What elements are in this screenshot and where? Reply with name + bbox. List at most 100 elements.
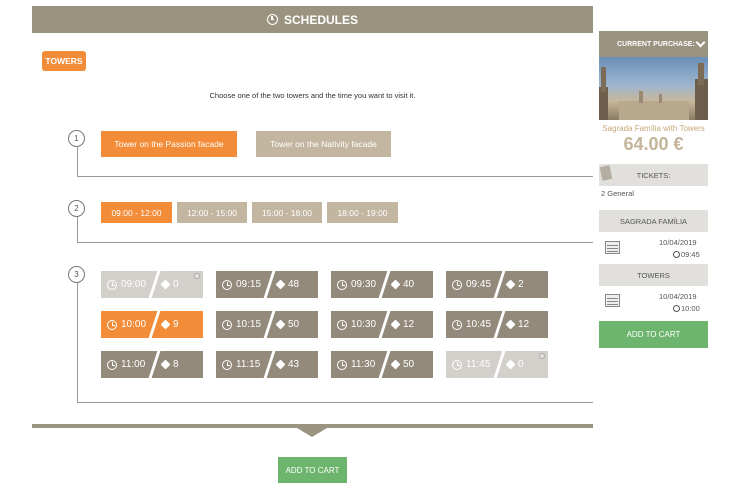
range-1500-1800-button[interactable]: 15:00 - 18:00 (252, 202, 322, 223)
clock-icon (107, 359, 117, 370)
slot-time: 09:00 (121, 279, 147, 290)
slot-count: 8 (173, 359, 179, 370)
section-sagrada-title: SAGRADA FAMÍLIA (619, 216, 688, 226)
slot-1115[interactable]: 11:15 43 (216, 351, 318, 378)
section-towers-title: TOWERS (637, 270, 670, 280)
clock-icon (266, 14, 278, 25)
calendar-icon (605, 294, 620, 307)
slot-time: 10:30 (351, 319, 377, 330)
slot-count: 0 (518, 359, 524, 370)
step2-line (77, 217, 78, 242)
calendar-icon (605, 241, 620, 254)
step3-line (77, 282, 78, 402)
clock-icon (337, 359, 347, 370)
step-2-marker: 2 (68, 200, 85, 217)
slot-1030[interactable]: 10:30 12 (331, 311, 433, 338)
slot-1015[interactable]: 10:15 50 (216, 311, 318, 338)
section-towers-time: 10:00 (681, 304, 700, 313)
slot-time: 11:45 (466, 359, 491, 370)
step1-line (77, 147, 78, 176)
clock-icon (452, 319, 462, 330)
tower-nativity-button[interactable]: Tower on the Nativity facade (256, 131, 391, 157)
ticket-tag-icon (275, 279, 286, 290)
clock-icon (222, 279, 232, 290)
ticket-tag-icon (275, 359, 286, 370)
slot-time: 09:30 (351, 279, 377, 290)
slot-count: 50 (403, 359, 415, 370)
tower-passion-button[interactable]: Tower on the Passion facade (101, 131, 237, 157)
divider-arrow-icon (297, 428, 327, 437)
tickets-label: TICKETS: (636, 170, 671, 180)
slot-count: 12 (518, 319, 530, 330)
ticket-tag-icon (390, 359, 401, 370)
section-towers-date: 10/04/2019 (659, 292, 697, 301)
ticket-tag-icon (390, 279, 401, 290)
step-1-marker: 1 (68, 130, 85, 147)
slot-count: 0 (173, 279, 179, 290)
clock-icon (107, 319, 117, 330)
slot-1045[interactable]: 10:45 12 (446, 311, 548, 338)
section-towers-time-wrap: 10:00 (673, 304, 700, 313)
slot-time: 10:00 (121, 319, 147, 330)
ticket-tag-icon (160, 359, 171, 370)
step1-divider (77, 176, 593, 177)
slot-0945[interactable]: 09:45 2 (446, 271, 548, 298)
slot-time: 10:45 (466, 319, 492, 330)
section-sagrada-time-wrap: 09:45 (673, 250, 700, 259)
slot-count: 43 (288, 359, 300, 370)
schedule-page: SCHEDULES TOWERS Choose one of the two t… (0, 0, 750, 500)
slot-time: 11:00 (121, 359, 146, 370)
schedules-title: SCHEDULES (283, 12, 358, 27)
current-purchase-header[interactable]: CURRENT PURCHASE: (599, 31, 708, 57)
slot-count: 9 (173, 319, 179, 330)
slot-1130[interactable]: 11:30 50 (331, 351, 433, 378)
section-towers-bar: TOWERS (599, 264, 708, 286)
towers-tab[interactable]: TOWERS (42, 51, 86, 71)
slot-count: 50 (288, 319, 300, 330)
city-skyline-icon (599, 63, 708, 120)
add-to-cart-button[interactable]: ADD TO CART (278, 457, 347, 483)
section-sagrada-bar: SAGRADA FAMÍLIA (599, 210, 708, 232)
step2-divider (77, 242, 593, 243)
product-name: Sagrada Família with Towers (602, 124, 705, 133)
slot-time: 11:30 (351, 359, 376, 370)
clock-icon (222, 359, 232, 370)
clock-icon (452, 279, 462, 290)
slot-time: 09:45 (466, 279, 492, 290)
ticket-tag-icon (505, 319, 516, 330)
clock-icon (222, 319, 232, 330)
slot-0930[interactable]: 09:30 40 (331, 271, 433, 298)
tickets-bar: TICKETS: (599, 164, 708, 186)
chevron-down-icon (695, 37, 706, 48)
info-icon (194, 273, 200, 279)
current-purchase-label: CURRENT PURCHASE: (617, 40, 695, 48)
clock-icon (337, 319, 347, 330)
schedules-header: SCHEDULES (32, 6, 593, 33)
range-0900-1200-button[interactable]: 09:00 - 12:00 (101, 202, 172, 223)
product-image (599, 57, 708, 120)
tickets-value: 2 General (601, 189, 634, 198)
slot-1100[interactable]: 11:00 8 (101, 351, 203, 378)
ticket-tag-icon (275, 319, 286, 330)
slot-1000[interactable]: 10:00 9 (101, 311, 203, 338)
slot-count: 40 (403, 279, 415, 290)
step3-divider (77, 402, 593, 403)
slot-count: 2 (518, 279, 524, 290)
range-1800-1900-button[interactable]: 18:00 - 19:00 (327, 202, 398, 223)
ticket-tag-icon (505, 359, 516, 370)
section-sagrada-time: 09:45 (681, 250, 700, 259)
slot-count: 48 (288, 279, 300, 290)
sidebar-add-to-cart-button[interactable]: ADD TO CART (599, 321, 708, 348)
slot-time: 10:15 (236, 319, 262, 330)
slot-0915[interactable]: 09:15 48 (216, 271, 318, 298)
instruction-text: Choose one of the two towers and the tim… (209, 91, 416, 100)
slot-count: 12 (403, 319, 415, 330)
ticket-tag-icon (505, 279, 516, 290)
range-1200-1500-button[interactable]: 12:00 - 15:00 (177, 202, 247, 223)
step-3-marker: 3 (68, 266, 85, 283)
ticket-tag-icon (160, 279, 171, 290)
clock-icon (452, 359, 462, 370)
slot-0900: 09:00 0 (101, 271, 203, 298)
slot-time: 09:15 (236, 279, 262, 290)
section-sagrada-date: 10/04/2019 (659, 238, 697, 247)
